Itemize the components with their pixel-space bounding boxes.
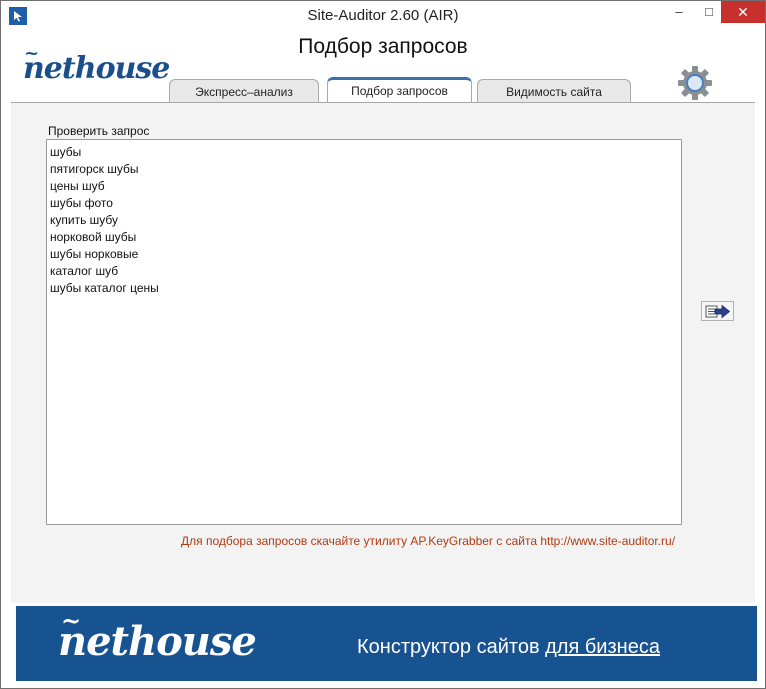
main-panel: Проверить запрос шубы пятигорск шубы цен… — [11, 103, 755, 603]
query-line: пятигорск шубы — [50, 162, 139, 176]
banner-logo: ~ nethouse — [58, 606, 257, 665]
query-field-label: Проверить запрос — [48, 124, 150, 138]
title-bar: Site-Auditor 2.60 (AIR) – □ ✕ — [1, 1, 765, 31]
header: ~ nethouse Подбор запросов Экспресс–анал… — [11, 31, 755, 106]
close-button[interactable]: ✕ — [721, 1, 765, 23]
gear-icon[interactable] — [677, 65, 713, 101]
banner-slogan: Конструктор сайтов для бизнеса — [357, 636, 660, 659]
maximize-button[interactable]: □ — [696, 1, 722, 23]
query-textarea[interactable]: шубы пятигорск шубы цены шуб шубы фото к… — [46, 139, 682, 525]
query-line: купить шубу — [50, 213, 119, 227]
tab-express-analysis[interactable]: Экспресс–анализ — [169, 79, 319, 104]
tab-bar: Экспресс–анализ Подбор запросов Видимост… — [169, 77, 639, 106]
nethouse-banner[interactable]: ~ nethouse Конструктор сайтов для бизнес… — [16, 606, 757, 681]
query-line: каталог шуб — [50, 264, 119, 278]
page-title: Подбор запросов — [298, 35, 468, 58]
window-title: Site-Auditor 2.60 (AIR) — [307, 7, 459, 24]
banner-slogan-link[interactable]: для бизнеса — [545, 636, 660, 658]
tab-site-visibility[interactable]: Видимость сайта — [477, 79, 631, 104]
query-line: шубы фото — [50, 196, 113, 210]
app-window: Site-Auditor 2.60 (AIR) – □ ✕ ~ nethouse… — [0, 0, 766, 689]
banner-logo-text: nethouse — [58, 618, 257, 665]
banner-logo-tilde-icon: ~ — [61, 606, 81, 635]
query-line: шубы каталог цены — [50, 281, 159, 295]
query-line: цены шуб — [50, 179, 105, 193]
query-line: норковой шубы — [50, 230, 137, 244]
arrow-right-icon — [705, 304, 730, 319]
minimize-button[interactable]: – — [666, 1, 692, 23]
run-query-button[interactable] — [701, 301, 734, 321]
query-line: шубы норковые — [50, 247, 139, 261]
query-line: шубы — [50, 145, 82, 159]
banner-slogan-plain: Конструктор сайтов — [357, 636, 546, 658]
keygrabber-hint: Для подбора запросов скачайте утилиту AP… — [181, 534, 676, 548]
